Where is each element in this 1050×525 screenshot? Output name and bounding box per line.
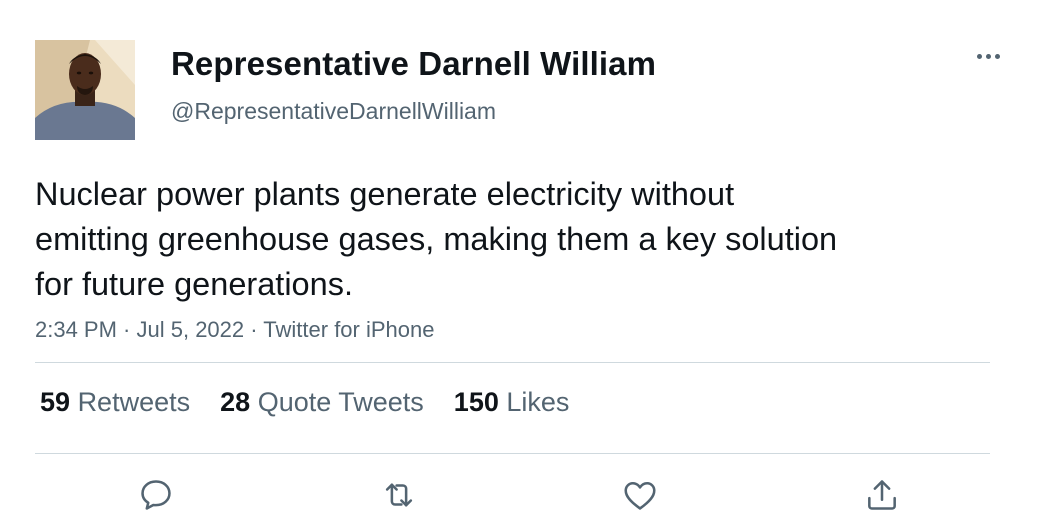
quote-tweets-label: Quote Tweets [257,387,424,417]
tweet-line: emitting greenhouse gases, making them a… [35,221,838,257]
avatar[interactable] [35,40,135,140]
retweet-icon [385,483,413,507]
tweet-line: for future generations. [35,266,353,302]
profile-photo [35,40,135,140]
more-dot [994,53,1000,59]
meta-separator: · [116,317,137,342]
tweet-action-bar [0,470,1050,520]
heart-icon [624,482,656,510]
likes-stat[interactable]: 150 Likes [454,387,570,418]
divider-bottom [35,453,990,454]
tweet-date[interactable]: Jul 5, 2022 [137,317,245,342]
likes-label: Likes [506,387,570,417]
tweet-metadata: 2:34 PM · Jul 5, 2022 · Twitter for iPho… [35,317,434,343]
more-dot [985,53,991,59]
tweet-line: Nuclear power plants generate electricit… [35,176,735,212]
retweets-stat[interactable]: 59 Retweets [40,387,190,418]
retweet-button[interactable] [374,470,424,520]
more-options-button[interactable] [965,38,1011,74]
reply-icon [141,480,171,510]
author-display-name[interactable]: Representative Darnell William [171,45,656,83]
likes-count: 150 [453,387,499,417]
tweet-stats: 59 Retweets 28 Quote Tweets 150 Likes [40,387,569,418]
divider-top [35,362,990,363]
quote-tweets-stat[interactable]: 28 Quote Tweets [220,387,424,418]
reply-button[interactable] [131,470,181,520]
retweets-count: 59 [40,387,71,417]
tweet-source[interactable]: Twitter for iPhone [263,317,434,342]
share-button[interactable] [857,470,907,520]
tweet-time[interactable]: 2:34 PM [35,317,117,342]
retweets-label: Retweets [77,387,191,417]
quote-tweets-count: 28 [220,387,251,417]
more-horizontal-icon [976,53,982,59]
author-handle[interactable]: @RepresentativeDarnellWilliam [171,98,496,125]
like-button[interactable] [615,470,665,520]
share-icon [868,480,896,510]
tweet-text: Nuclear power plants generate electricit… [35,172,935,307]
meta-separator: · [244,317,264,342]
